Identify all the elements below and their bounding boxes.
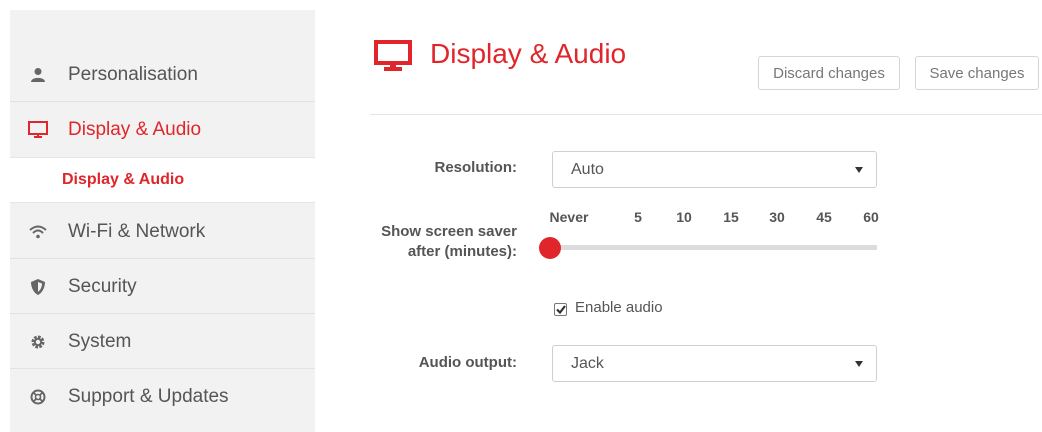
page-title: Display & Audio — [430, 38, 627, 69]
sidebar-item-personalisation[interactable]: Personalisation — [10, 48, 315, 102]
resolution-label: Resolution: — [434, 159, 518, 176]
user-icon — [27, 64, 49, 86]
lifebuoy-icon — [27, 386, 49, 408]
wifi-icon — [27, 221, 49, 243]
slider-tick: 10 — [676, 209, 692, 225]
audio-output-label: Audio output: — [418, 354, 517, 371]
screensaver-label-line1: Show screen saver — [381, 223, 517, 240]
audio-output-select[interactable]: Jack — [552, 345, 877, 382]
audio-output-value: Jack — [571, 354, 604, 372]
screensaver-label: Show screen saver after (minutes): — [381, 222, 517, 262]
slider-tick: 45 — [816, 209, 832, 225]
monitor-icon — [27, 119, 49, 141]
header-divider — [370, 114, 1042, 115]
shield-icon — [27, 276, 49, 298]
sidebar-item-support-updates[interactable]: Support & Updates — [10, 370, 315, 424]
slider-tick: 5 — [634, 209, 642, 225]
resolution-select[interactable]: Auto — [552, 151, 877, 188]
sidebar-item-display-audio[interactable]: Display & Audio — [10, 103, 315, 157]
discard-changes-button[interactable]: Discard changes — [758, 56, 900, 90]
save-changes-button[interactable]: Save changes — [915, 56, 1039, 90]
screensaver-label-line2: after (minutes): — [407, 243, 517, 260]
monitor-icon — [374, 40, 412, 72]
screensaver-slider-handle[interactable] — [539, 237, 561, 259]
sidebar-item-security[interactable]: Security — [10, 260, 315, 314]
resolution-value: Auto — [571, 160, 604, 178]
screensaver-slider-track[interactable] — [544, 245, 877, 250]
gear-icon — [27, 331, 49, 353]
slider-tick: 15 — [723, 209, 739, 225]
sidebar-item-label: Wi-Fi & Network — [68, 220, 206, 242]
sidebar-item-system[interactable]: System — [10, 315, 315, 369]
sidebar: Personalisation Display & Audio Display … — [10, 10, 315, 432]
sidebar-subitem-display-audio[interactable]: Display & Audio — [10, 157, 315, 203]
sidebar-item-label: System — [68, 330, 132, 352]
sidebar-item-wifi-network[interactable]: Wi-Fi & Network — [10, 205, 315, 259]
chevron-down-icon — [855, 360, 863, 367]
slider-tick: 60 — [863, 209, 879, 225]
sidebar-item-label: Personalisation — [68, 63, 198, 85]
sidebar-item-label: Display & Audio — [68, 119, 202, 140]
enable-audio-checkbox[interactable] — [554, 303, 567, 316]
sidebar-item-label: Support & Updates — [68, 386, 229, 407]
slider-tick: 30 — [769, 209, 785, 225]
checkmark-icon — [555, 305, 566, 314]
sidebar-item-label: Security — [68, 275, 137, 297]
slider-tick: Never — [549, 209, 589, 225]
enable-audio-label[interactable]: Enable audio — [575, 299, 663, 316]
chevron-down-icon — [855, 166, 863, 173]
